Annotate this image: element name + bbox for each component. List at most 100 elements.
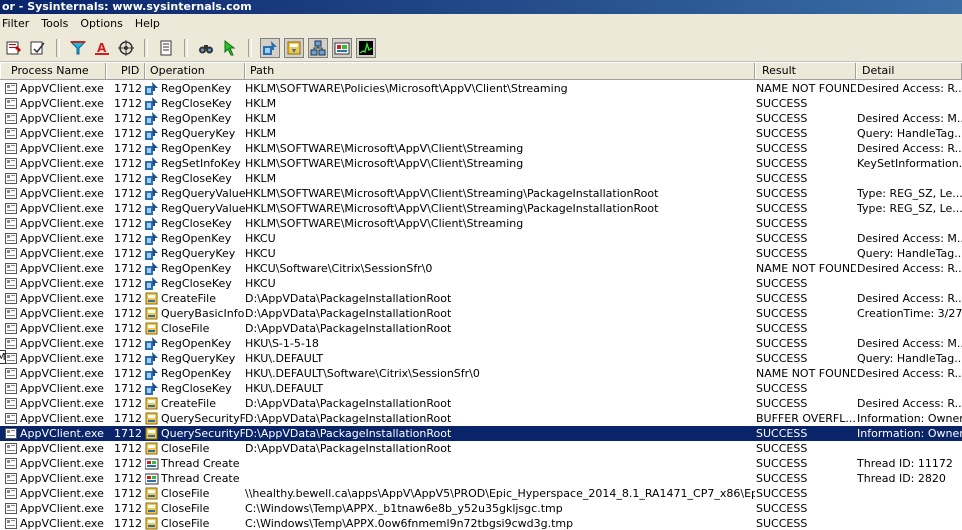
table-row[interactable]: AppVClient.exe 1712 RegCloseKey HKLM SUCCESS [0, 96, 962, 111]
window-title-bar: or - Sysinternals: www.sysinternals.com [0, 0, 962, 14]
menu-options[interactable]: Options [78, 14, 128, 34]
table-row[interactable]: AppVClient.exe 1712 RegCloseKey HKU\.DEFAUL… [0, 381, 962, 396]
detail-cell: Type: REG_SZ, Le... [857, 202, 962, 215]
table-row[interactable]: AppVClient.exe 1712 CloseFile C:\Windows\Te… [0, 516, 962, 530]
save-icon [6, 41, 21, 54]
table-row[interactable]: AppVClient.exe 1712 RegQueryValue HKLM\SOFT… [0, 201, 962, 216]
operation-cell: RegOpenKey [161, 232, 232, 245]
table-row[interactable]: AppVClient.exe 1712 RegOpenKey HKLM\SOFTWAR… [0, 141, 962, 156]
table-row[interactable]: AppVClient.exe 1712 RegOpenKey HKLM SUCCESS D… [0, 111, 962, 126]
show-file-system-button[interactable] [284, 37, 304, 58]
edit-filter-button[interactable] [28, 38, 48, 58]
path-cell: HKLM\SOFTWARE\Policies\Microsoft\AppV\Cl… [245, 82, 568, 95]
table-row[interactable]: AppVClient.exe 1712 RegOpenKey HKCU SUCCESS D… [0, 231, 962, 246]
menu-filter[interactable]: Filter [0, 14, 35, 34]
process-name-cell: AppVClient.exe [20, 157, 104, 170]
properties-button[interactable] [156, 38, 176, 58]
result-cell: NAME NOT FOUND [756, 82, 856, 95]
table-row[interactable]: AppVClient.exe 1712 CloseFile C:\Windows\Te… [0, 501, 962, 516]
table-row[interactable]: AppVClient.exe 1712 RegSetInfoKey HKLM\SOFT… [0, 156, 962, 171]
operation-cell: CloseFile [161, 517, 210, 530]
table-row[interactable]: AppVClient.exe 1712 CloseFile \\healthy.bew… [0, 486, 962, 501]
target-button[interactable] [116, 38, 136, 58]
process-name-cell: AppVClient.exe [20, 322, 104, 335]
highlight-button[interactable]: A [92, 38, 112, 58]
table-row[interactable]: AppVClient.exe 1712 RegQueryKey HKLM SUCCESS… [0, 126, 962, 141]
column-detail[interactable]: Detail [856, 63, 962, 79]
table-row[interactable]: AppVClient.exe 1712 RegOpenKey HKU\S-1-5-18… [0, 336, 962, 351]
registry-operation-icon [145, 172, 159, 185]
operation-cell: RegOpenKey [161, 337, 232, 350]
file-activity-icon [287, 41, 301, 54]
operation-cell: QueryBasicInfor... [161, 307, 245, 320]
pid-cell: 1712 [114, 457, 142, 470]
file-operation-icon [145, 412, 159, 425]
path-cell: HKLM\SOFTWARE\Microsoft\AppV\Client\Stre… [245, 157, 524, 170]
path-cell: HKU\S-1-5-18 [245, 337, 319, 350]
process-icon [5, 458, 17, 469]
jump-button[interactable] [220, 38, 240, 58]
process-icon [5, 443, 17, 454]
pid-cell: 1712 [114, 172, 142, 185]
table-row[interactable]: AppVClient.exe 1712 RegQueryValue HKLM\SOFT… [0, 186, 962, 201]
column-pid[interactable]: PID [106, 63, 145, 79]
detail-cell [857, 441, 962, 456]
menu-tools[interactable]: Tools [39, 14, 74, 34]
process-name-cell: AppVClient.exe [20, 247, 104, 260]
result-cell: SUCCESS [756, 472, 808, 485]
show-profiling-button[interactable] [356, 37, 376, 58]
table-row[interactable]: AppVClient.exe 1712 RegCloseKey HKCU SUCCESS [0, 276, 962, 291]
column-result[interactable]: Result [755, 63, 856, 79]
result-cell: SUCCESS [756, 217, 808, 230]
table-row[interactable]: AppVClient.exe 1712 RegQueryKey HKCU SUCCESS… [0, 246, 962, 261]
table-row[interactable]: AppVClient.exe 1712 RegOpenKey HKLM\SOFTWAR… [0, 81, 962, 96]
table-row[interactable]: AppVClient.exe 1712 Thread Create SUCCESS Th… [0, 456, 962, 471]
pid-cell: 1712 [114, 367, 142, 380]
detail-cell [857, 171, 962, 186]
path-cell: HKLM [245, 112, 277, 125]
table-row[interactable]: AppVClient.exe 1712 CloseFile D:\AppVData\P… [0, 441, 962, 456]
process-name-cell: AppVClient.exe [20, 262, 104, 275]
table-row[interactable]: AppVClient.exe 1712 CloseFile D:\AppVData\P… [0, 321, 962, 336]
detail-cell: Thread ID: 11172 [857, 457, 953, 470]
registry-operation-icon [145, 217, 159, 230]
profiling-icon [359, 40, 373, 55]
table-row[interactable]: AppVClient.exe 1712 RegCloseKey HKLM SUCCESS [0, 171, 962, 186]
result-cell: SUCCESS [756, 157, 808, 170]
operation-cell: RegOpenKey [161, 367, 232, 380]
file-operation-icon [145, 502, 159, 515]
process-icon [5, 98, 17, 109]
show-process-button[interactable] [332, 37, 352, 58]
save-button[interactable] [4, 38, 24, 58]
path-cell: HKCU [245, 232, 276, 245]
registry-activity-icon [263, 40, 277, 55]
table-row[interactable]: AppVClient.exe 1712 CreateFile D:\AppVData\… [0, 396, 962, 411]
table-row[interactable]: AppVClient.exe 1712 QuerySecurityFileD:\Ap… [0, 426, 962, 441]
table-row[interactable]: AppVClient.exe 1712 RegCloseKey HKLM\SOFTWA… [0, 216, 962, 231]
table-row[interactable]: AppVClient.exe 1712 RegOpenKey HKU\.DEFAULT… [0, 366, 962, 381]
registry-operation-icon [145, 337, 159, 350]
result-cell: SUCCESS [756, 487, 808, 500]
operation-cell: CreateFile [161, 292, 216, 305]
table-row[interactable]: AppVClient.exe 1712 RegOpenKey HKCU\Softwar… [0, 261, 962, 276]
show-registry-button[interactable] [260, 37, 280, 58]
show-network-button[interactable] [308, 37, 328, 58]
edit-filter-icon [30, 41, 45, 54]
find-button[interactable] [196, 38, 216, 58]
column-operation[interactable]: Operation [145, 63, 245, 79]
svg-text:A: A [97, 41, 107, 55]
column-path[interactable]: Path [245, 63, 755, 79]
table-row[interactable]: AppVClient.exe 1712 QueryBasicInfor...D:\A… [0, 306, 962, 321]
process-name-cell: AppVClient.exe [20, 517, 104, 530]
table-row[interactable]: AppVClient.exe 1712 Thread Create SUCCESS Th… [0, 471, 962, 486]
menu-help[interactable]: Help [133, 14, 166, 34]
table-row[interactable]: AppVClient.exe 1712 QuerySecurityFileD:\Ap… [0, 411, 962, 426]
column-process-name[interactable]: Process Name [0, 63, 106, 79]
filter-button[interactable] [68, 38, 88, 58]
process-icon [5, 83, 17, 94]
pid-cell: 1712 [114, 352, 142, 365]
table-row[interactable]: AppVClient.exe 1712 RegQueryKey HKU\.DEFAUL… [0, 351, 962, 366]
table-row[interactable]: AppVClient.exe 1712 CreateFile D:\AppVData\… [0, 291, 962, 306]
registry-operation-icon [145, 97, 159, 110]
event-list[interactable]: AppVClient.exe 1712 RegOpenKey HKLM\SOFTWAR… [0, 81, 962, 530]
